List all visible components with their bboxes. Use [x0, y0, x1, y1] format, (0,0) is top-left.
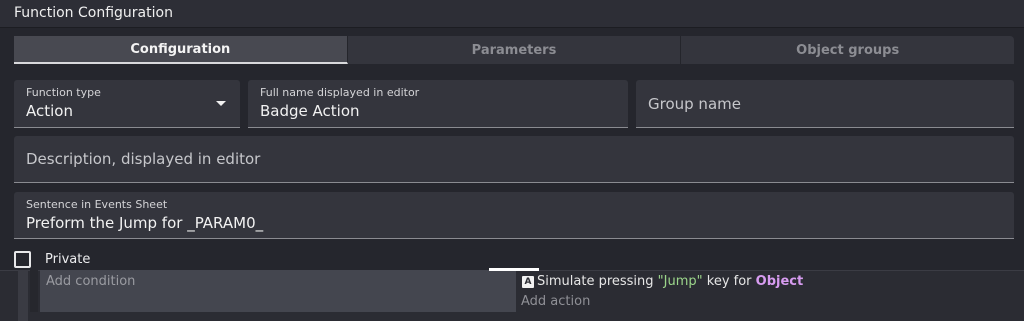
full-name-value: Badge Action [260, 102, 360, 120]
full-name-field[interactable]: Full name displayed in editor Badge Acti… [248, 80, 628, 128]
function-type-label: Function type [26, 86, 101, 99]
description-field[interactable]: Description, displayed in editor [14, 136, 1014, 183]
private-checkbox[interactable] [14, 250, 31, 268]
add-condition-link[interactable]: Add condition [46, 274, 135, 289]
dialog-title: Function Configuration [14, 5, 173, 21]
function-type-select[interactable]: Function type Action [14, 80, 240, 128]
sentence-field[interactable]: Sentence in Events Sheet Preform the Jum… [14, 192, 1014, 239]
group-name-placeholder: Group name [648, 95, 741, 113]
sentence-label: Sentence in Events Sheet [26, 198, 168, 211]
action-text-prefix: Simulate pressing [537, 274, 658, 289]
dropdown-arrow-icon [216, 101, 226, 106]
drag-handle[interactable] [489, 268, 539, 271]
keyboard-icon: A [522, 275, 534, 288]
dialog-titlebar: Function Configuration [0, 0, 1024, 28]
function-type-value: Action [26, 102, 73, 120]
full-name-label: Full name displayed in editor [260, 86, 420, 99]
event-gutter [18, 270, 28, 321]
tab-configuration[interactable]: Configuration [14, 36, 348, 64]
action-item[interactable]: A Simulate pressing "Jump" key for Objec… [522, 274, 803, 289]
action-object-param: Object [755, 274, 804, 289]
tab-object-groups[interactable]: Object groups [681, 36, 1014, 64]
action-text-middle: key for [702, 274, 756, 289]
private-option: Private [14, 249, 90, 269]
private-label[interactable]: Private [45, 252, 90, 267]
add-action-link[interactable]: Add action [521, 294, 590, 309]
action-key-param: "Jump" [657, 274, 703, 289]
event-gutter-divider [30, 270, 38, 312]
group-name-field[interactable]: Group name [636, 80, 1014, 128]
description-placeholder: Description, displayed in editor [26, 150, 261, 168]
tab-bar: Configuration Parameters Object groups [14, 36, 1014, 64]
tab-parameters[interactable]: Parameters [348, 36, 682, 64]
sentence-value: Preform the Jump for _PARAM0_ [26, 214, 264, 232]
